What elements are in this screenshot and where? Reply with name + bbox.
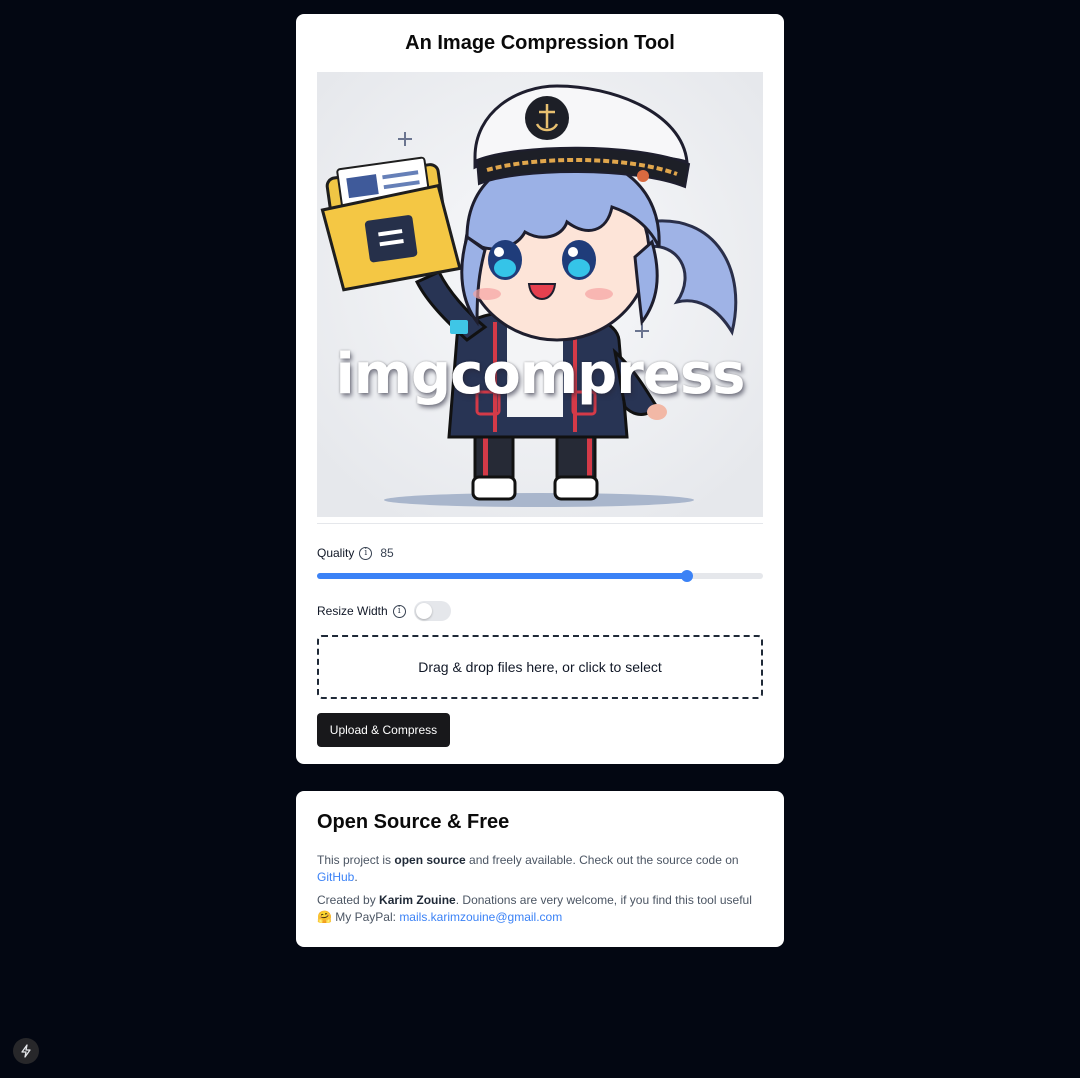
text: . Donations are very welcome, if you fin…: [455, 893, 752, 907]
slider-fill: [317, 573, 688, 579]
hug-emoji-icon: 🤗: [317, 910, 332, 924]
bolt-icon[interactable]: [13, 1038, 39, 1064]
upload-compress-button[interactable]: Upload & Compress: [317, 713, 450, 747]
quality-slider[interactable]: [317, 570, 763, 582]
text: and freely available. Check out the sour…: [465, 853, 739, 867]
text: This project is: [317, 853, 395, 867]
hero-image: imgcompress: [317, 72, 763, 517]
slider-thumb[interactable]: [681, 570, 694, 582]
about-card: Open Source & Free This project is open …: [296, 791, 784, 947]
open-source-bold: open source: [394, 853, 466, 867]
divider: [317, 523, 763, 524]
resize-row: Resize Width i: [317, 601, 763, 621]
file-dropzone[interactable]: Drag & drop files here, or click to sele…: [317, 635, 763, 699]
toggle-knob: [415, 603, 432, 619]
info-icon[interactable]: i: [392, 604, 406, 618]
mascot-illustration: [317, 72, 763, 517]
quality-label: Quality: [317, 546, 355, 560]
text: My PayPal:: [331, 910, 400, 924]
quality-row: Quality i 85: [317, 545, 763, 561]
about-paragraph-open-source: This project is open source and freely a…: [317, 852, 763, 886]
text: Created by: [317, 893, 380, 907]
author-name: Karim Zouine: [379, 893, 456, 907]
compression-card: An Image Compression Tool imgcompress Qu…: [296, 14, 784, 764]
hero-logo-text: imgcompress: [335, 342, 746, 407]
text: .: [354, 870, 358, 884]
resize-width-label: Resize Width: [317, 604, 388, 618]
paypal-email-link[interactable]: mails.karimzouine@gmail.com: [399, 910, 562, 924]
about-paragraph-credits: Created by Karim Zouine. Donations are v…: [317, 892, 763, 926]
page-title: An Image Compression Tool: [405, 32, 675, 54]
about-title: Open Source & Free: [317, 811, 510, 833]
github-link[interactable]: GitHub: [317, 870, 354, 884]
resize-width-toggle[interactable]: [413, 601, 451, 621]
dropzone-text: Drag & drop files here, or click to sele…: [418, 659, 662, 675]
info-icon[interactable]: i: [359, 546, 373, 560]
quality-value: 85: [380, 546, 394, 560]
